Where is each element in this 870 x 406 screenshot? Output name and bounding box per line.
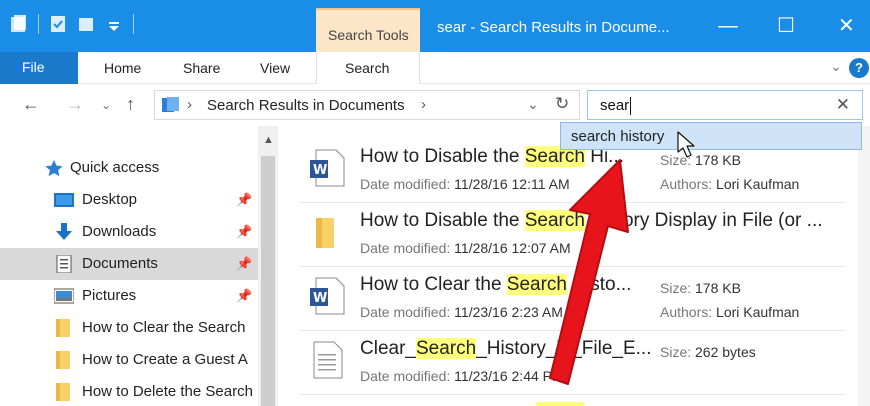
result-item[interactable]: Clear_Search_History_in_File_E... Date m…	[278, 318, 870, 384]
close-button[interactable]: ✕	[838, 16, 855, 36]
quick-access-toolbar	[10, 14, 134, 34]
address-row: ← → ⌄ ↑ › Search Results in Documents › …	[0, 84, 870, 126]
search-term-highlight: Search	[506, 274, 567, 295]
result-size: Size: 178 KB	[660, 152, 741, 168]
svg-text:W: W	[313, 163, 327, 178]
result-name: How to Disable the Search History Displa…	[360, 210, 823, 231]
documents-icon	[56, 255, 72, 273]
search-suggestion-item[interactable]: search history	[560, 122, 862, 150]
ribbon-tabs: File Home Share View Search ⌄ ?	[0, 52, 870, 84]
tab-file[interactable]: File	[0, 52, 78, 84]
breadcrumb-separator[interactable]: ›	[187, 96, 192, 113]
pin-icon[interactable]: 📌	[236, 224, 252, 240]
search-term-highlight: Search	[415, 338, 477, 359]
pin-icon[interactable]: 📌	[236, 288, 252, 304]
help-icon[interactable]: ?	[849, 58, 869, 78]
search-input-value: sear	[600, 97, 630, 114]
clear-search-icon[interactable]: ✕	[836, 95, 850, 115]
search-tools-context-tab: Search Tools	[316, 8, 420, 52]
tab-search[interactable]: Search	[345, 60, 389, 76]
pin-icon[interactable]: 📌	[236, 192, 252, 208]
new-folder-icon[interactable]	[77, 14, 95, 34]
nav-item-desktop[interactable]: Desktop 📌	[0, 184, 258, 216]
results-scrollbar[interactable]	[858, 126, 870, 406]
scroll-up-icon[interactable]: ▲	[263, 134, 274, 146]
pictures-icon	[54, 288, 74, 304]
tab-view[interactable]: View	[260, 60, 290, 76]
result-item[interactable]: How to Disable the Search History Displa…	[278, 190, 870, 256]
folder-icon	[56, 351, 70, 369]
svg-text:W: W	[313, 291, 327, 306]
forward-arrow-icon[interactable]: →	[66, 94, 84, 115]
folder-icon	[56, 383, 70, 401]
nav-pane-scrollbar[interactable]: ▲	[258, 126, 278, 406]
result-item[interactable]: W How to Clear the Search Histo... Date …	[278, 254, 870, 320]
breadcrumb-search-results[interactable]: Search Results in Documents	[207, 97, 405, 114]
desktop-icon	[54, 193, 74, 207]
result-size: Size: 178 KB	[660, 280, 741, 296]
up-arrow-icon[interactable]: ↑	[126, 94, 135, 115]
nav-item-folder[interactable]: How to Delete the Search	[0, 376, 258, 406]
word-document-icon: W	[310, 277, 345, 315]
folder-icon	[316, 218, 334, 248]
search-results-icon	[162, 97, 179, 112]
download-icon	[56, 223, 72, 240]
star-icon	[45, 160, 63, 177]
text-caret	[630, 97, 631, 115]
ribbon-collapse-icon[interactable]: ⌄	[830, 58, 842, 75]
refresh-icon[interactable]: ↻	[555, 94, 569, 114]
customize-toolbar-icon[interactable]	[105, 14, 123, 34]
navigation-pane: Quick access Desktop 📌 Downloads 📌 Docum…	[0, 126, 258, 406]
word-document-icon: W	[310, 149, 345, 187]
nav-item-folder[interactable]: How to Create a Guest A	[0, 344, 258, 376]
address-bar[interactable]: › Search Results in Documents › ⌄ ↻	[154, 90, 580, 120]
search-term-highlight	[536, 402, 584, 406]
scrollbar-thumb[interactable]	[261, 156, 275, 406]
breadcrumb-separator-end[interactable]: ›	[421, 96, 426, 113]
row-divider	[300, 394, 846, 395]
search-results-list: W How to Disable the Search Hi... Date m…	[278, 126, 870, 406]
properties-icon[interactable]	[49, 14, 67, 34]
nav-item-quick-access[interactable]: Quick access	[0, 152, 258, 184]
back-arrow-icon[interactable]: ←	[22, 94, 40, 115]
tab-home[interactable]: Home	[104, 60, 141, 76]
nav-item-pictures[interactable]: Pictures 📌	[0, 280, 258, 312]
result-size: Size: 262 bytes	[660, 344, 756, 360]
pin-icon[interactable]: 📌	[236, 256, 252, 272]
tab-share[interactable]: Share	[183, 60, 220, 76]
nav-item-documents[interactable]: Documents 📌	[0, 248, 258, 280]
result-date: Date modified: 11/23/16 2:44 PM	[360, 368, 564, 384]
search-suggestion-label: search history	[571, 128, 665, 145]
minimize-button[interactable]: —	[718, 16, 738, 36]
explorer-icon[interactable]	[10, 14, 28, 34]
folder-icon	[56, 319, 70, 337]
recent-locations-chevron-icon[interactable]: ⌄	[101, 98, 111, 112]
maximize-button[interactable]: ☐	[777, 16, 795, 36]
nav-item-folder[interactable]: How to Clear the Search	[0, 312, 258, 344]
address-history-chevron-icon[interactable]: ⌄	[527, 96, 539, 113]
text-file-icon	[313, 341, 343, 379]
title-bar: Search Tools sear - Search Results in Do…	[0, 0, 870, 52]
search-input[interactable]: sear ✕	[587, 90, 863, 120]
search-term-highlight: Search	[524, 210, 585, 231]
window-title: sear - Search Results in Docume...	[437, 19, 670, 36]
context-group-label: Search Tools	[328, 27, 409, 43]
result-name: Clear_Search_History_in_File_E...	[360, 338, 652, 359]
result-name: How to Clear the Search Histo...	[360, 274, 632, 295]
nav-item-downloads[interactable]: Downloads 📌	[0, 216, 258, 248]
